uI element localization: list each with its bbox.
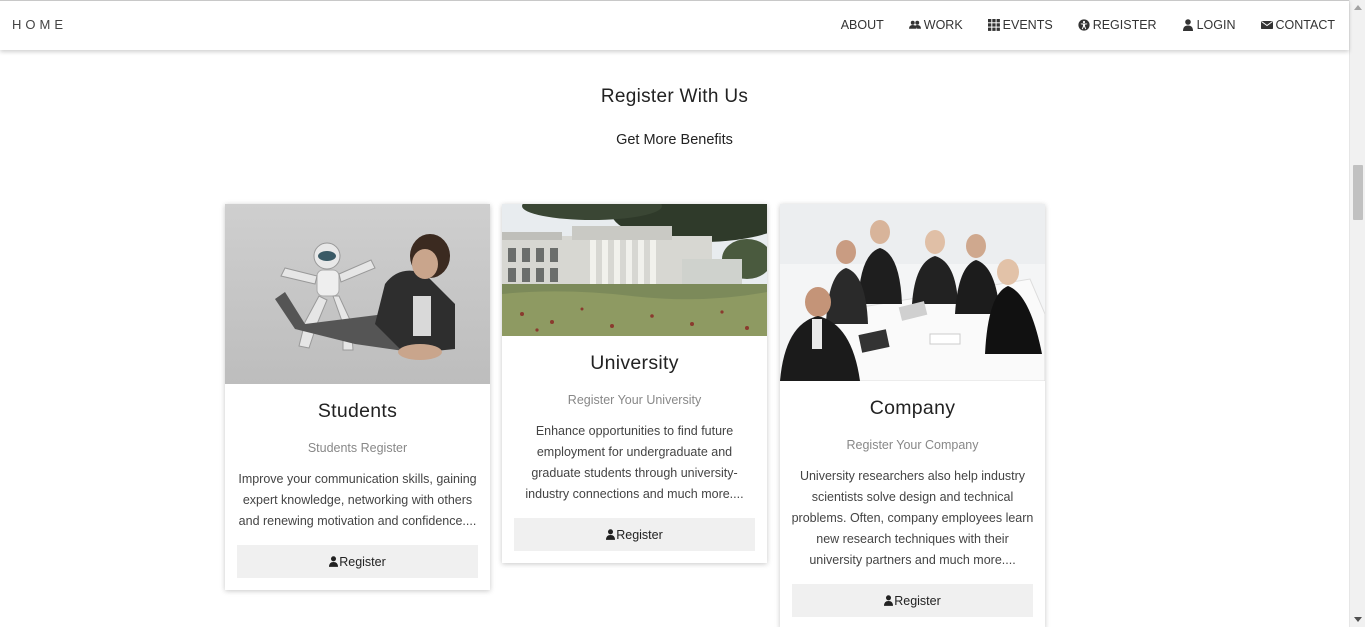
register-button-label: Register <box>616 527 663 542</box>
user-icon <box>1182 19 1193 31</box>
card-title: University <box>590 352 679 374</box>
nav-login[interactable]: LOGIN <box>1182 18 1236 32</box>
top-navbar: HOME ABOUT WORK EVENTS REGISTER LOGIN CO… <box>0 0 1349 50</box>
students-card: Students Students Register Improve your … <box>225 204 490 590</box>
users-icon <box>908 20 921 29</box>
register-button-label: Register <box>894 593 941 608</box>
university-card: University Register Your University Enha… <box>502 204 767 563</box>
nav-events-label: EVENTS <box>1002 18 1053 32</box>
nav-register-label: REGISTER <box>1092 18 1157 32</box>
card-subtitle: Students Register <box>307 441 408 455</box>
home-brand-link[interactable]: HOME <box>12 17 67 32</box>
scroll-thumb[interactable] <box>1353 165 1363 220</box>
card-subtitle: Register Your Company <box>846 438 979 452</box>
nav-events[interactable]: EVENTS <box>987 18 1053 32</box>
user-icon <box>606 529 616 540</box>
scroll-up-arrow-icon[interactable] <box>1354 5 1362 10</box>
user-icon <box>329 556 339 567</box>
nav-about[interactable]: ABOUT <box>841 18 884 32</box>
grid-icon <box>987 19 1000 31</box>
scroll-down-arrow-icon[interactable] <box>1354 617 1362 622</box>
card-title: Company <box>869 397 956 419</box>
business-team-photo <box>780 204 1045 381</box>
university-building-photo <box>502 204 767 336</box>
nav-work-label: WORK <box>923 18 963 32</box>
card-subtitle: Register Your University <box>567 393 702 407</box>
register-button-label: Register <box>339 554 386 569</box>
section-title: Register With Us <box>600 86 749 107</box>
card-description: University researchers also help industr… <box>791 469 1034 567</box>
universal-access-icon <box>1078 19 1090 31</box>
card-title: Students <box>317 400 398 422</box>
envelope-icon <box>1260 21 1273 29</box>
company-register-button[interactable]: Register <box>792 584 1033 617</box>
section-subtitle: Get More Benefits <box>616 132 733 148</box>
card-description: Improve your communication skills, gaini… <box>238 472 477 528</box>
nav-menu: ABOUT WORK EVENTS REGISTER LOGIN CONTACT <box>816 18 1335 32</box>
nav-register[interactable]: REGISTER <box>1078 18 1157 32</box>
user-icon <box>884 595 894 606</box>
students-register-button[interactable]: Register <box>237 545 478 578</box>
university-register-button[interactable]: Register <box>514 518 755 551</box>
page-scrollbar[interactable] <box>1349 0 1365 627</box>
nav-work[interactable]: WORK <box>908 18 963 32</box>
nav-about-label: ABOUT <box>840 18 884 32</box>
nav-login-label: LOGIN <box>1196 18 1236 32</box>
nav-contact-label: CONTACT <box>1275 18 1336 32</box>
company-card: Company Register Your Company University… <box>780 204 1045 627</box>
nav-contact[interactable]: CONTACT <box>1260 18 1336 32</box>
card-description: Enhance opportunities to find future emp… <box>525 424 744 501</box>
student-with-robot-photo <box>225 204 490 384</box>
